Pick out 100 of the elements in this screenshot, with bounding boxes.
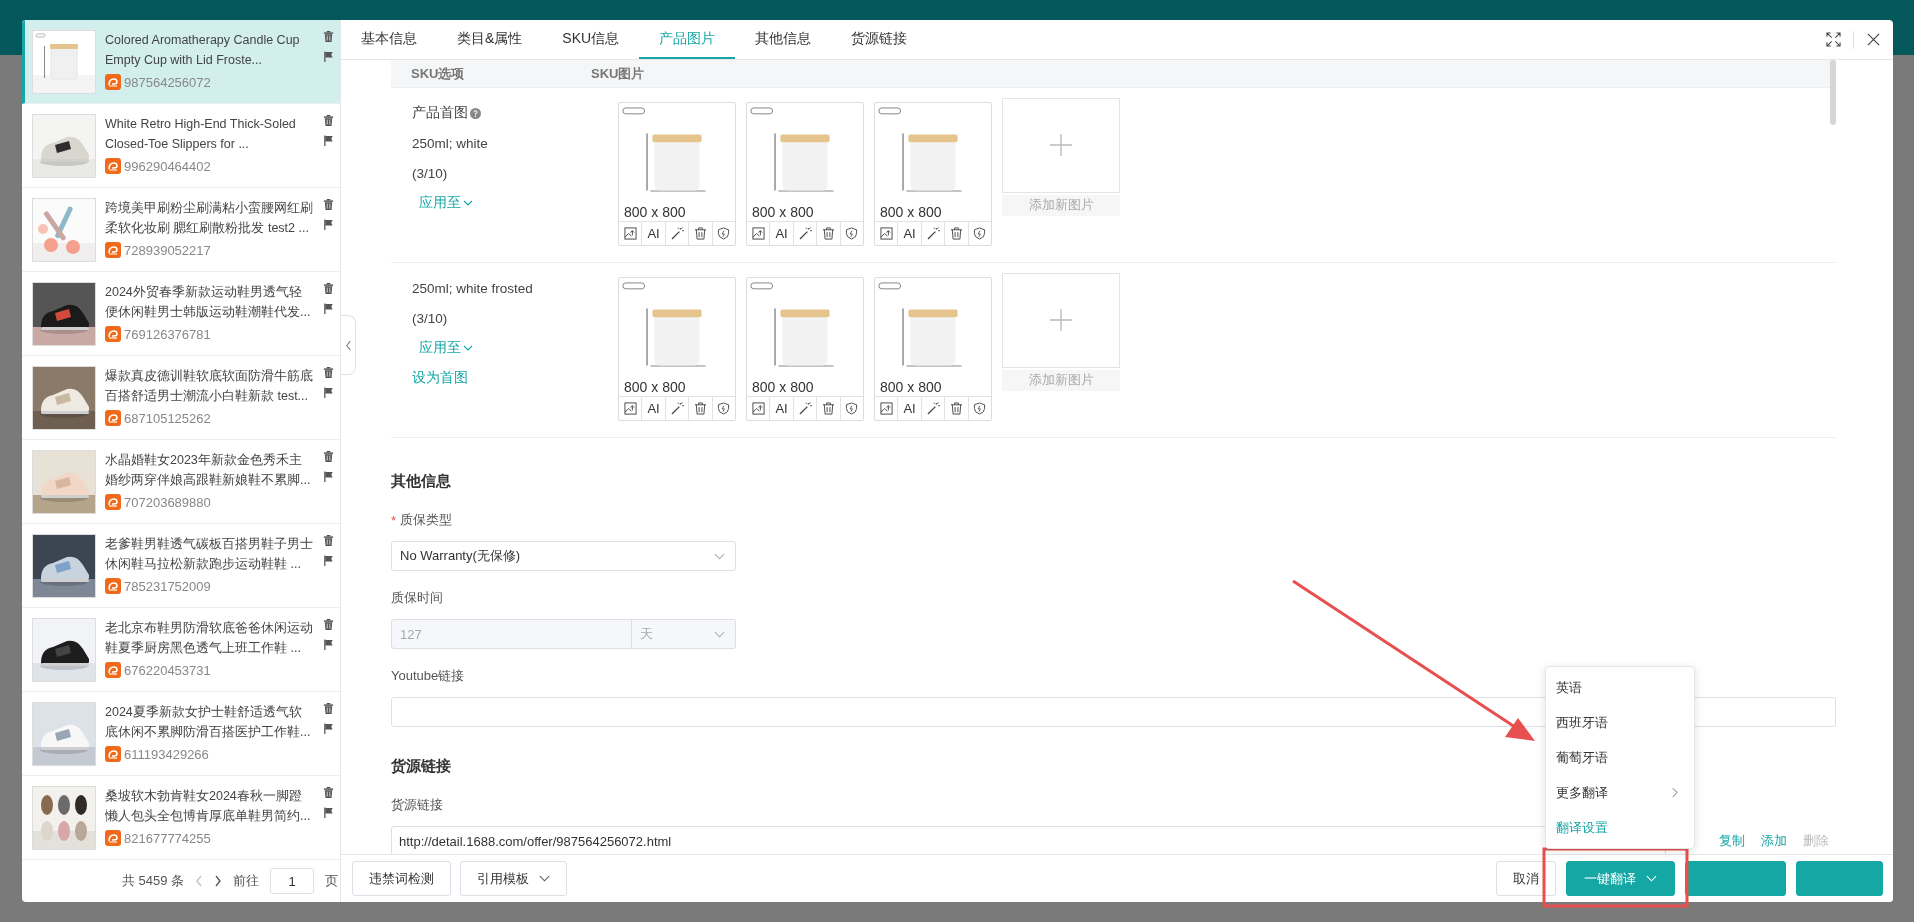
trash-icon[interactable]	[821, 227, 835, 240]
flag-icon[interactable]	[323, 219, 334, 230]
page-input[interactable]: 1	[270, 868, 315, 894]
shield-icon[interactable]	[845, 227, 859, 240]
source-logo-icon	[105, 494, 121, 510]
tab[interactable]: 货源链接	[831, 20, 928, 59]
trash-icon[interactable]	[323, 31, 334, 42]
tab[interactable]: SKU信息	[542, 20, 640, 59]
source-logo-icon	[105, 746, 121, 762]
close-icon[interactable]	[1866, 32, 1881, 47]
flag-icon[interactable]	[323, 387, 334, 398]
image-size: 800 x 800	[624, 379, 686, 395]
product-list-item[interactable]: Colored Aromatherapy Candle Cup Empty Cup with Lid Froste... 987564256072	[22, 20, 340, 104]
trash-icon[interactable]	[323, 787, 334, 798]
image-upload-icon[interactable]	[623, 402, 637, 415]
product-title: 2024夏季新款女护士鞋舒适透气软底休闲不累脚防滑百搭医护工作鞋...	[105, 704, 312, 741]
image-size: 800 x 800	[880, 379, 942, 395]
source-logo-icon	[105, 662, 121, 678]
source-logo-icon	[105, 326, 121, 342]
flag-icon[interactable]	[323, 639, 334, 650]
trash-icon[interactable]	[821, 402, 835, 415]
source-logo-icon	[105, 74, 121, 90]
source-logo-icon	[105, 410, 121, 426]
image-upload-icon[interactable]	[751, 402, 765, 415]
product-id: 611193429266	[124, 746, 209, 762]
warranty-type-select[interactable]: No Warranty(无保修)	[391, 541, 736, 571]
trash-icon[interactable]	[949, 402, 963, 415]
tab[interactable]: 类目&属性	[437, 20, 543, 59]
submenu-item[interactable]: 更多翻译	[1546, 775, 1694, 810]
image-count: (3/10)	[412, 310, 448, 326]
goto-label: 前往	[233, 872, 260, 890]
menu-item[interactable]: 葡萄牙语	[1546, 740, 1694, 775]
template-dropdown-button[interactable]: 引用模板	[460, 861, 567, 896]
product-id: 769126376781	[124, 326, 211, 342]
ai-button[interactable]: AI	[642, 222, 666, 245]
product-id: 821677774255	[124, 830, 211, 846]
image-upload-icon[interactable]	[879, 402, 893, 415]
add-image-label: 添加新图片	[1002, 194, 1120, 216]
cancel-button[interactable]: 取消	[1496, 861, 1556, 896]
magic-wand-icon[interactable]	[926, 227, 940, 240]
flag-icon[interactable]	[323, 555, 334, 566]
collapse-handle[interactable]	[341, 315, 356, 375]
tab[interactable]: 基本信息	[341, 20, 437, 59]
column-header: SKU选项	[410, 64, 466, 83]
menu-item[interactable]: 西班牙语	[1546, 705, 1694, 740]
shield-icon[interactable]	[973, 227, 987, 240]
ai-button[interactable]: AI	[642, 397, 666, 420]
product-id: 687105125262	[124, 410, 211, 426]
trash-icon[interactable]	[323, 703, 334, 714]
ai-button[interactable]: AI	[770, 222, 794, 245]
magic-wand-icon[interactable]	[670, 402, 684, 415]
trash-icon[interactable]	[323, 367, 334, 378]
image-upload-icon[interactable]	[623, 227, 637, 240]
menu-item[interactable]: 英语	[1546, 670, 1694, 705]
magic-wand-icon[interactable]	[798, 402, 812, 415]
section-heading: 货源链接	[391, 755, 451, 776]
chevron-down-icon	[714, 630, 725, 638]
trash-icon[interactable]	[323, 451, 334, 462]
ai-button[interactable]: AI	[898, 397, 922, 420]
tab[interactable]: 其他信息	[735, 20, 832, 59]
fullscreen-icon[interactable]	[1826, 32, 1841, 47]
field-label: Youtube链接	[391, 667, 465, 685]
scrollbar[interactable]	[1830, 60, 1836, 125]
shield-icon[interactable]	[845, 402, 859, 415]
product-title: 2024外贸春季新款运动鞋男透气轻便休闲鞋男士韩版运动鞋潮鞋代发...	[105, 284, 312, 321]
flag-icon[interactable]	[323, 807, 334, 818]
magic-wand-icon[interactable]	[670, 227, 684, 240]
image-size: 800 x 800	[880, 204, 942, 220]
trash-icon[interactable]	[693, 227, 707, 240]
next-page-icon[interactable]	[214, 875, 223, 887]
word-check-button[interactable]: 违禁词检测	[352, 861, 451, 896]
shield-icon[interactable]	[717, 227, 731, 240]
shield-icon[interactable]	[717, 402, 731, 415]
ai-button[interactable]: AI	[898, 222, 922, 245]
chevron-down-icon	[1646, 875, 1657, 882]
chevron-right-icon	[1672, 787, 1678, 798]
flag-icon[interactable]	[323, 471, 334, 482]
chevron-down-icon	[463, 345, 473, 351]
product-id: 987564256072	[124, 74, 211, 90]
magic-wand-icon[interactable]	[926, 402, 940, 415]
help-icon[interactable]	[470, 107, 481, 119]
add-image-label: 添加新图片	[1002, 369, 1120, 391]
trash-icon[interactable]	[949, 227, 963, 240]
shield-icon[interactable]	[973, 402, 987, 415]
trash-icon[interactable]	[693, 402, 707, 415]
field-label: 货源链接	[391, 796, 443, 814]
image-upload-icon[interactable]	[751, 227, 765, 240]
magic-wand-icon[interactable]	[798, 227, 812, 240]
trash-icon[interactable]	[323, 283, 334, 294]
flag-icon[interactable]	[323, 135, 334, 146]
field-label: 质保类型	[400, 511, 453, 529]
trash-icon[interactable]	[323, 199, 334, 210]
trash-icon[interactable]	[323, 115, 334, 126]
image-upload-icon[interactable]	[879, 227, 893, 240]
flag-icon[interactable]	[323, 303, 334, 314]
flag-icon[interactable]	[323, 723, 334, 734]
flag-icon[interactable]	[323, 51, 334, 62]
trash-icon[interactable]	[323, 619, 334, 630]
ai-button[interactable]: AI	[770, 397, 794, 420]
trash-icon[interactable]	[323, 535, 334, 546]
